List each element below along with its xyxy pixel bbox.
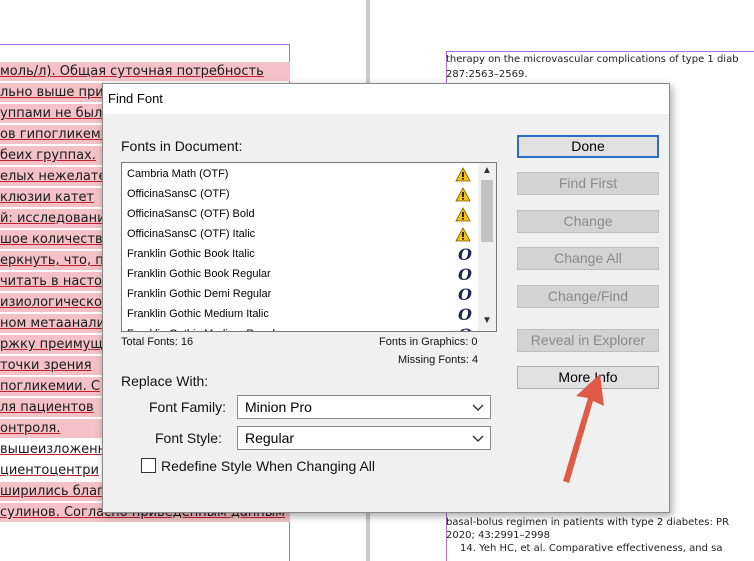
app-workspace: моль/л). Общая суточная потребность льно … [0, 0, 754, 561]
font-name: Franklin Gothic Medium Italic [127, 308, 269, 320]
warning-icon [455, 167, 471, 182]
chevron-down-icon [472, 404, 484, 411]
font-style-value: Regular [245, 430, 295, 446]
scroll-thumb[interactable] [481, 180, 493, 242]
redefine-style-label: Redefine Style When Changing All [161, 458, 376, 474]
font-style-select[interactable]: Regular [237, 426, 491, 450]
fonts-in-graphics-count: Fonts in Graphics: 0 [379, 336, 478, 348]
fonts-in-document-label: Fonts in Document: [121, 138, 243, 154]
find-font-dialog: Find Font Fonts in Document: Cambria Mat… [102, 83, 670, 513]
opentype-icon: O [458, 245, 472, 264]
font-name: OfficinaSansC (OTF) Bold [127, 208, 255, 220]
missing-fonts-count: Missing Fonts: 4 [398, 354, 479, 366]
replace-with-label: Replace With: [121, 373, 209, 389]
margin-guide-top [0, 44, 290, 45]
chevron-down-icon [472, 435, 484, 442]
fonts-list[interactable]: Cambria Math (OTF) OfficinaSansC (OTF) Off… [121, 162, 497, 332]
reveal-in-explorer-button[interactable]: Reveal in Explorer [517, 329, 659, 352]
font-name: OfficinaSansC (OTF) Italic [127, 228, 256, 240]
font-list-item[interactable]: Franklin Gothic Book Regular O [122, 265, 480, 285]
scroll-up-arrow-icon[interactable]: ▲ [478, 163, 496, 179]
change-button[interactable]: Change [517, 210, 659, 233]
font-list-item[interactable]: OfficinaSansC (OTF) Italic [122, 225, 480, 245]
font-name: Franklin Gothic Medium Regular [127, 328, 285, 331]
font-family-value: Minion Pro [245, 399, 312, 415]
font-family-label: Font Family: [149, 399, 227, 415]
reference-line: 14. Yeh HC, et al. Comparative effective… [460, 543, 723, 554]
font-list-item[interactable]: Cambria Math (OTF) [122, 165, 480, 185]
opentype-icon: O [458, 305, 472, 324]
font-list-item[interactable]: Franklin Gothic Book Italic O [122, 245, 480, 265]
warning-icon [455, 207, 471, 222]
opentype-icon: O [458, 326, 472, 331]
total-fonts-count: Total Fonts: 16 [121, 336, 194, 348]
font-name: Cambria Math (OTF) [127, 168, 229, 180]
fonts-list-scrollbar[interactable]: ▲ ▼ [478, 163, 496, 331]
redefine-style-checkbox[interactable] [141, 458, 156, 473]
font-list-item[interactable]: OfficinaSansC (OTF) Bold [122, 205, 480, 225]
font-name: Franklin Gothic Book Italic [127, 248, 255, 260]
reference-line: 287:2563–2569. [446, 69, 528, 80]
font-name: Franklin Gothic Demi Regular [127, 288, 272, 300]
find-first-button[interactable]: Find First [517, 172, 659, 195]
more-info-button[interactable]: More Info [517, 366, 659, 389]
dialog-titlebar[interactable]: Find Font [103, 84, 669, 114]
font-family-select[interactable]: Minion Pro [237, 395, 491, 419]
font-name: OfficinaSansC (OTF) [127, 188, 230, 200]
warning-icon [455, 187, 471, 202]
font-list-item[interactable]: OfficinaSansC (OTF) [122, 185, 480, 205]
scroll-down-arrow-icon[interactable]: ▼ [478, 313, 496, 329]
change-find-button[interactable]: Change/Find [517, 285, 659, 308]
done-button[interactable]: Done [517, 135, 659, 158]
dialog-title: Find Font [108, 91, 163, 106]
font-list-item[interactable]: Franklin Gothic Medium Regular O [122, 325, 480, 331]
opentype-icon: O [458, 265, 472, 284]
font-list-item[interactable]: Franklin Gothic Demi Regular O [122, 285, 480, 305]
warning-icon [455, 227, 471, 242]
text-line: моль/л). Общая суточная потребность [0, 62, 290, 81]
font-list-item[interactable]: Franklin Gothic Medium Italic O [122, 305, 480, 325]
opentype-icon: O [458, 285, 472, 304]
change-all-button[interactable]: Change All [517, 247, 659, 270]
reference-line: therapy on the microvascular complicatio… [446, 54, 739, 65]
font-style-label: Font Style: [155, 430, 222, 446]
font-name: Franklin Gothic Book Regular [127, 268, 271, 280]
